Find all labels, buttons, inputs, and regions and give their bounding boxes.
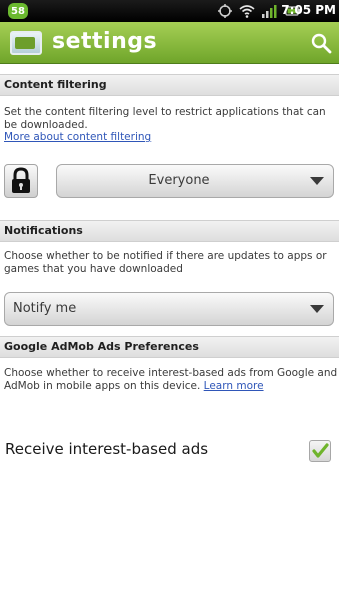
title-bar: settings [0, 22, 339, 64]
notifications-description: Choose whether to be notified if there a… [4, 250, 327, 275]
learn-more-link[interactable]: Learn more [204, 380, 264, 392]
interest-ads-label: Receive interest-based ads [5, 440, 209, 458]
content-filtering-description: Set the content filtering level to restr… [4, 106, 338, 144]
content-filter-selected: Everyone [148, 173, 210, 188]
wifi-icon [239, 5, 255, 18]
chevron-down-icon [310, 177, 324, 185]
notification-badge: 58 [8, 3, 28, 19]
dropdown-arrow [301, 165, 333, 197]
status-time: 7:05 PM [281, 3, 336, 17]
content-filtering-text: Set the content filtering level to restr… [4, 106, 326, 131]
page-title: settings [52, 29, 158, 54]
chevron-down-icon [310, 305, 324, 313]
interest-ads-checkbox[interactable] [309, 440, 331, 462]
section-header-admob: Google AdMob Ads Preferences [0, 336, 339, 358]
content-filter-dropdown[interactable]: Everyone [56, 164, 334, 198]
admob-description: Choose whether to receive interest-based… [4, 367, 338, 392]
lock-button[interactable] [4, 164, 38, 198]
search-icon[interactable] [309, 31, 333, 55]
signal-icon [262, 5, 277, 18]
content-filtering-link[interactable]: More about content filtering [4, 131, 151, 143]
notifications-selected: Notify me [13, 301, 77, 316]
dropdown-arrow [301, 293, 333, 325]
status-bar: 58 7:05 PM [0, 0, 339, 22]
admob-text: Choose whether to receive interest-based… [4, 367, 338, 392]
checkmark-icon [312, 443, 329, 458]
sync-icon [218, 4, 232, 18]
notifications-dropdown[interactable]: Notify me [4, 292, 334, 326]
settings-app-icon [10, 31, 42, 55]
section-header-notifications: Notifications [0, 220, 339, 242]
section-header-content-filtering: Content filtering [0, 74, 339, 96]
lock-icon [12, 167, 30, 193]
interest-ads-row[interactable]: Receive interest-based ads [0, 432, 339, 472]
